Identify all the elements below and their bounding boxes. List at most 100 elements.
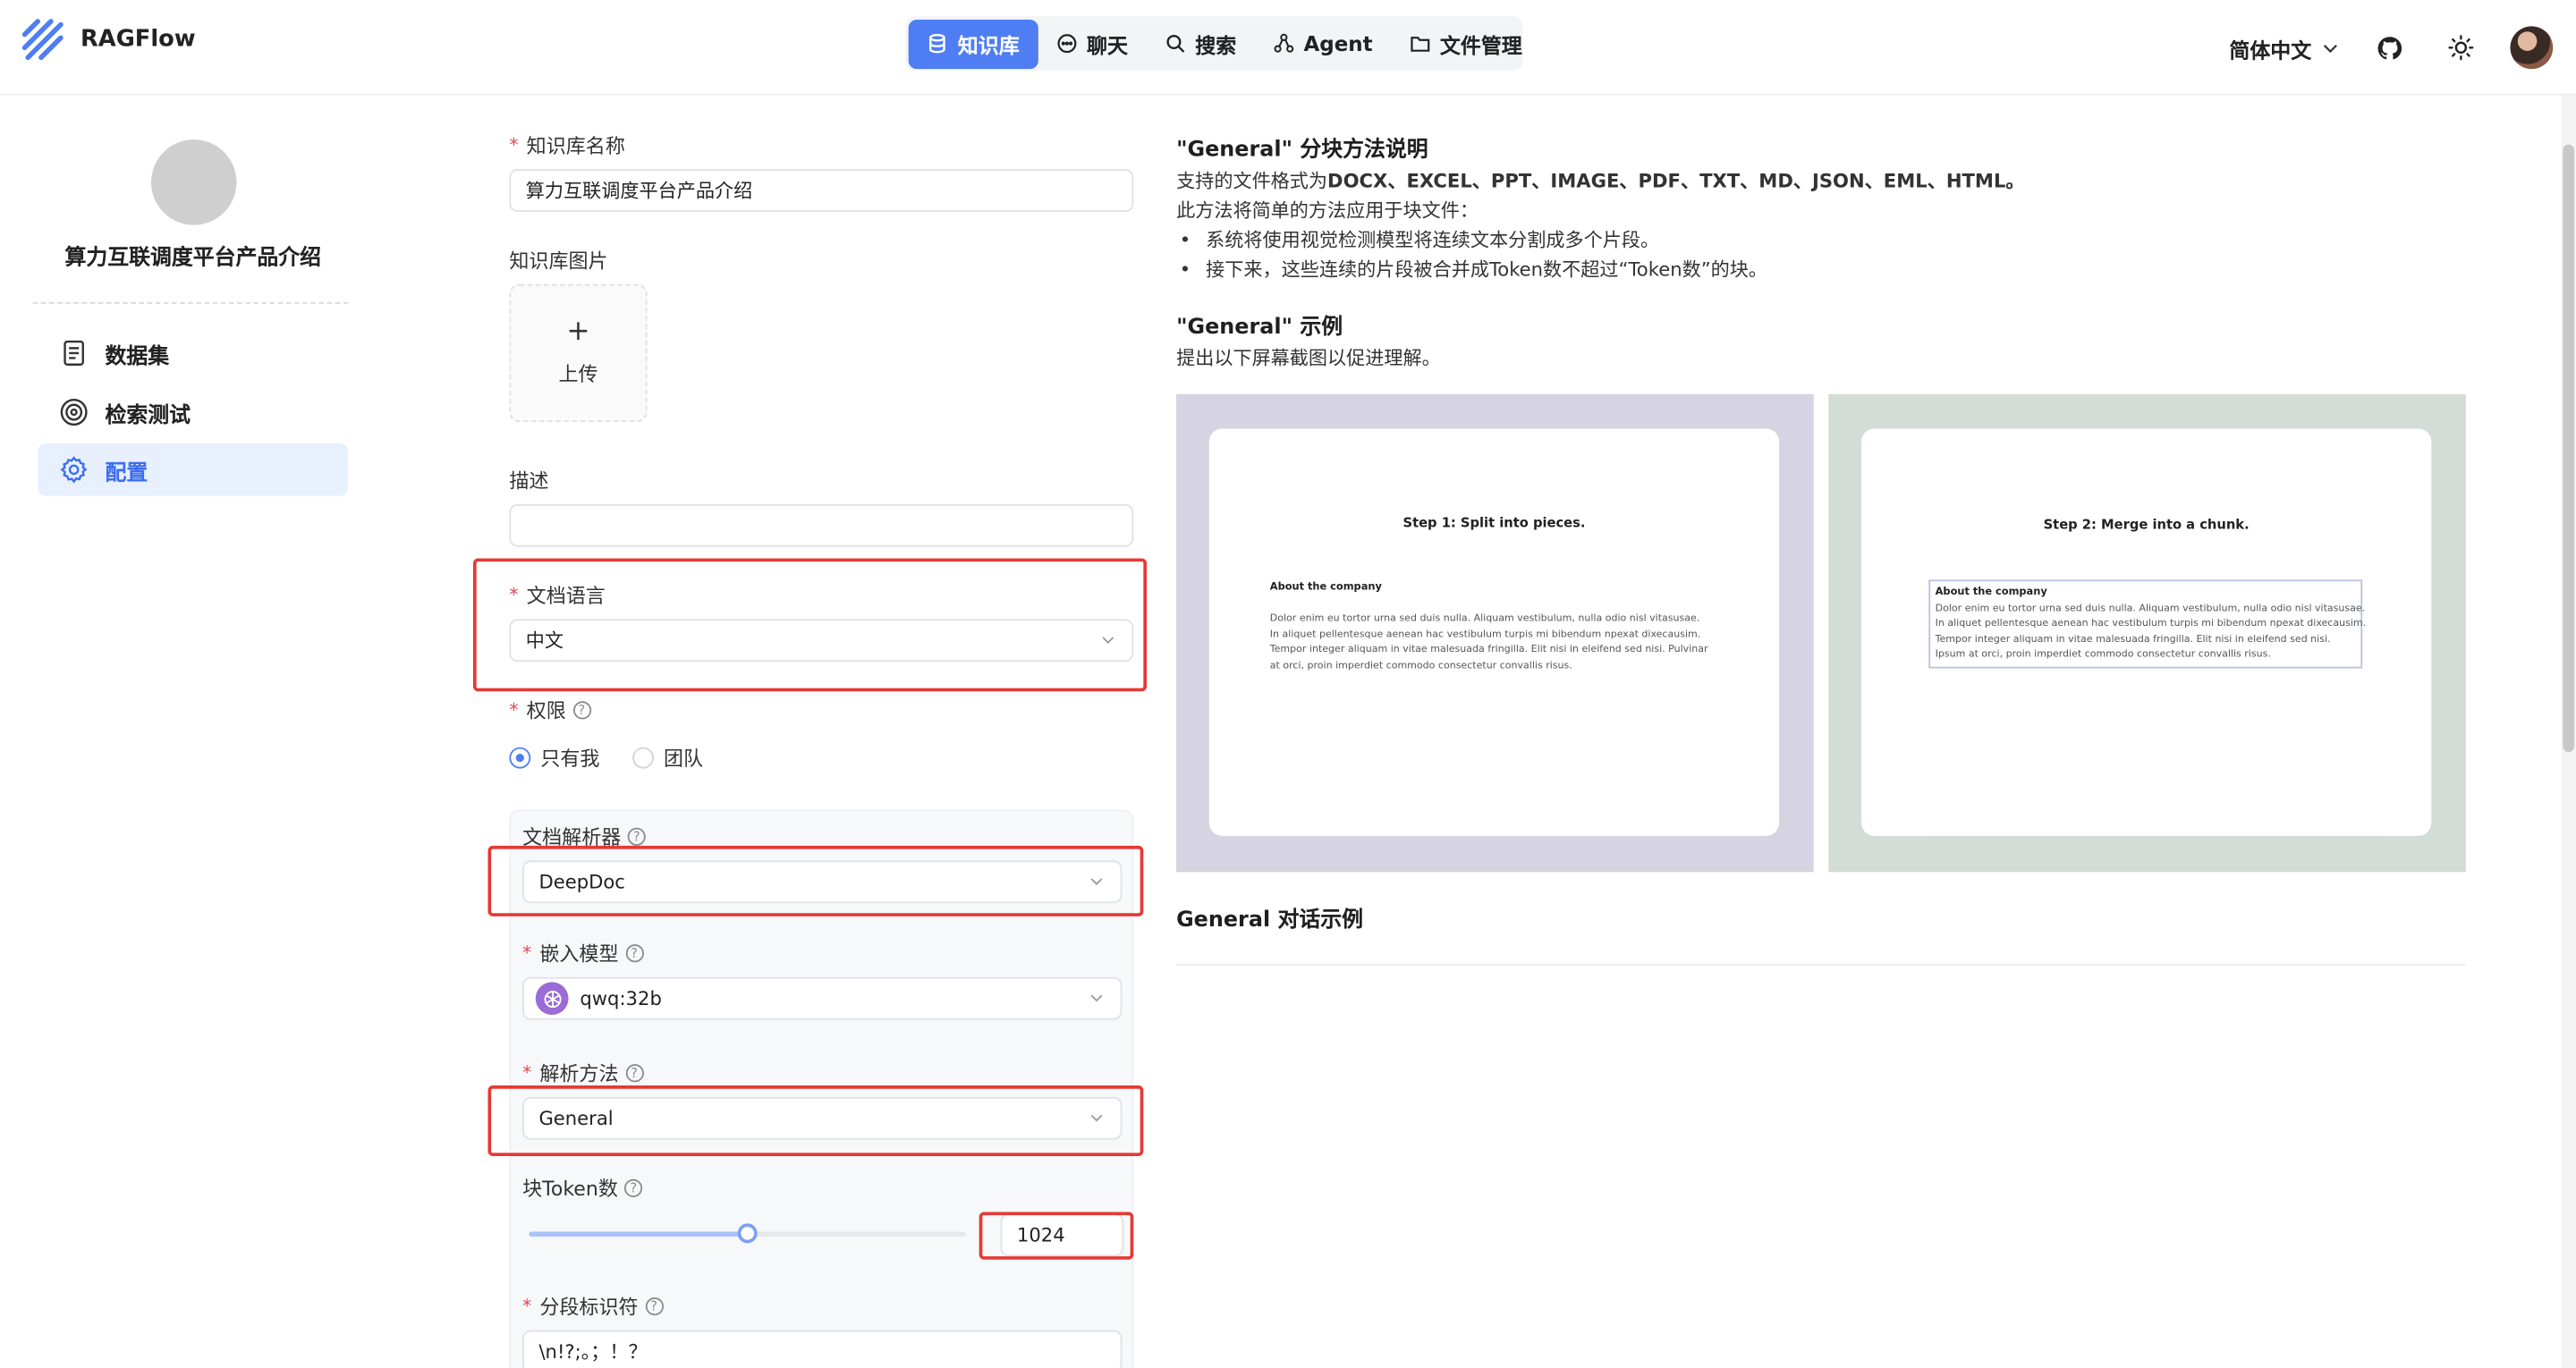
dialog-example-title: General 对话示例 [1176, 908, 1363, 933]
theme-toggle-button[interactable] [2438, 25, 2484, 71]
sidebar-item-retrieval-test[interactable]: 检索测试 [38, 386, 348, 439]
plus-icon: + [566, 315, 590, 349]
parse-method-label: * 解析方法? [522, 1060, 644, 1087]
sidebar-item-dataset[interactable]: 数据集 [38, 327, 348, 380]
chevron-down-icon [1102, 637, 1114, 644]
nav-agent[interactable]: Agent [1254, 19, 1390, 68]
embedding-model-select[interactable]: qwq:32b [522, 976, 1123, 1020]
help-icon[interactable]: ? [624, 944, 644, 963]
chevron-down-icon [1090, 994, 1103, 1002]
help-icon[interactable]: ? [572, 701, 591, 720]
config-form: * 知识库名称 算力互联调度平台产品介绍 知识库图片 + 上传 描述 * 文档语言 … [472, 96, 1149, 1368]
mini-text: About the company Dolor enim eu tortor u… [1928, 579, 2366, 668]
method-description: "General" 分块方法说明 支持的文件格式为DOCX、EXCEL、PPT、… [1176, 96, 2490, 1368]
database-icon [928, 33, 945, 54]
method-title: "General" 分块方法说明 [1176, 138, 1428, 163]
delimiter-input[interactable]: \n!?;。；！？ [522, 1330, 1123, 1368]
method-bullets: 系统将使用视觉检测模型将连续文本分割成多个片段。 接下来，这些连续的片段被合并成… [1176, 225, 1767, 284]
slider-fill [529, 1231, 748, 1237]
radio-label: 只有我 [540, 747, 600, 771]
chat-icon [1056, 34, 1076, 54]
permission-radio-group: 只有我 团队 [509, 744, 703, 772]
sidebar-item-label: 数据集 [105, 343, 170, 369]
target-icon [60, 399, 88, 426]
github-icon [2377, 36, 2402, 59]
language-select[interactable]: 简体中文 [2229, 32, 2339, 63]
nav-search[interactable]: 搜索 [1146, 19, 1254, 68]
nav-label: 知识库 [957, 32, 1020, 58]
delimiter-label: * 分段标识符? [522, 1292, 664, 1320]
user-avatar[interactable] [2510, 26, 2554, 70]
doc-language-label: * 文档语言 [509, 584, 606, 608]
example-intro: 提出以下屏幕截图以促进理解。 [1176, 346, 1441, 370]
ragflow-logo-icon[interactable] [20, 16, 65, 62]
chunk-token-label: 块Token数? [522, 1174, 643, 1202]
nav-label: 聊天 [1087, 32, 1128, 58]
step-title: Step 1: Split into pieces. [1402, 515, 1586, 531]
kb-name: 算力互联调度平台产品介绍 [64, 246, 322, 272]
step-title: Step 2: Merge into a chunk. [2043, 517, 2250, 533]
sidebar: 算力互联调度平台产品介绍 数据集 检索测试 配置 [0, 96, 386, 1368]
chevron-down-icon [1090, 1114, 1103, 1122]
method-intro: 此方法将简单的方法应用于块文件： [1176, 198, 1479, 222]
upload-label: 上传 [558, 362, 598, 386]
example-image-step2: Step 2: Merge into a chunk. About the co… [1828, 393, 2466, 873]
app-root: RAGFlow 知识库 聊天 搜索 Agent 文件管理 简体中文 算力互联调度… [0, 0, 2576, 1368]
upload-button[interactable]: + 上传 [509, 283, 648, 423]
sidebar-item-label: 配置 [105, 460, 148, 486]
doc-language-select[interactable]: 中文 [509, 619, 1134, 663]
document-icon [64, 340, 84, 366]
example-card: Step 2: Merge into a chunk. About the co… [1860, 428, 2432, 836]
github-button[interactable] [2366, 25, 2411, 71]
kb-avatar [150, 139, 237, 225]
slider-thumb[interactable] [737, 1223, 758, 1244]
openai-model-icon [535, 982, 569, 1016]
doc-parser-value: DeepDoc [538, 870, 625, 894]
embedding-model-label: * 嵌入模型? [522, 940, 644, 967]
description-label: 描述 [509, 469, 549, 494]
doc-parser-select[interactable]: DeepDoc [522, 860, 1123, 904]
parse-method-select[interactable]: General [522, 1096, 1123, 1140]
help-icon[interactable]: ? [624, 1064, 644, 1083]
permission-label: * 权限? [509, 697, 591, 724]
description-input[interactable] [509, 503, 1134, 547]
doc-parser-label: 文档解析器? [522, 823, 646, 850]
bullet-item: 系统将使用视觉检测模型将连续文本分割成多个片段。 [1176, 225, 1767, 255]
doc-language-value: 中文 [525, 629, 564, 653]
nav-label: 文件管理 [1439, 32, 1522, 58]
nav-knowledge-base[interactable]: 知识库 [908, 19, 1038, 69]
kb-name-input[interactable]: 算力互联调度平台产品介绍 [509, 169, 1134, 212]
radio-unchecked-icon [632, 747, 655, 769]
sun-icon [2448, 35, 2474, 61]
help-icon[interactable]: ? [627, 827, 646, 846]
main-nav: 知识库 聊天 搜索 Agent 文件管理 [905, 16, 1523, 71]
kb-image-label: 知识库图片 [509, 249, 608, 273]
parse-method-value: General [538, 1106, 614, 1130]
chunk-token-input[interactable]: 1024 [1000, 1213, 1124, 1257]
radio-checked-icon [509, 747, 531, 769]
embedding-model-value: qwq:32b [580, 986, 662, 1010]
help-icon[interactable]: ? [644, 1296, 664, 1316]
sidebar-divider [32, 301, 349, 304]
permission-only-me-radio[interactable]: 只有我 [509, 744, 599, 772]
sidebar-item-configuration[interactable]: 配置 [38, 443, 349, 496]
search-icon [1165, 34, 1184, 53]
example-image-step1: Step 1: Split into pieces. About the com… [1176, 393, 1814, 873]
nav-chat[interactable]: 聊天 [1038, 19, 1146, 68]
help-icon[interactable]: ? [624, 1178, 643, 1197]
language-label: 简体中文 [2229, 37, 2312, 62]
radio-label: 团队 [664, 747, 704, 771]
chevron-down-icon [2323, 44, 2337, 53]
scrollbar-thumb[interactable] [2563, 144, 2575, 753]
chevron-down-icon [1090, 878, 1103, 885]
permission-team-radio[interactable]: 团队 [632, 744, 703, 772]
example-title: "General" 示例 [1176, 315, 1343, 341]
chunk-token-slider[interactable] [529, 1223, 966, 1244]
nav-label: 搜索 [1195, 32, 1237, 58]
page-scrollbar[interactable] [2561, 95, 2576, 1368]
mini-text: About the company Dolor enim eu tortor u… [1269, 581, 1708, 671]
nav-file-management[interactable]: 文件管理 [1391, 19, 1540, 68]
brand-name[interactable]: RAGFlow [80, 26, 196, 52]
header-actions: 简体中文 [2229, 23, 2554, 72]
divider [1176, 964, 2466, 966]
